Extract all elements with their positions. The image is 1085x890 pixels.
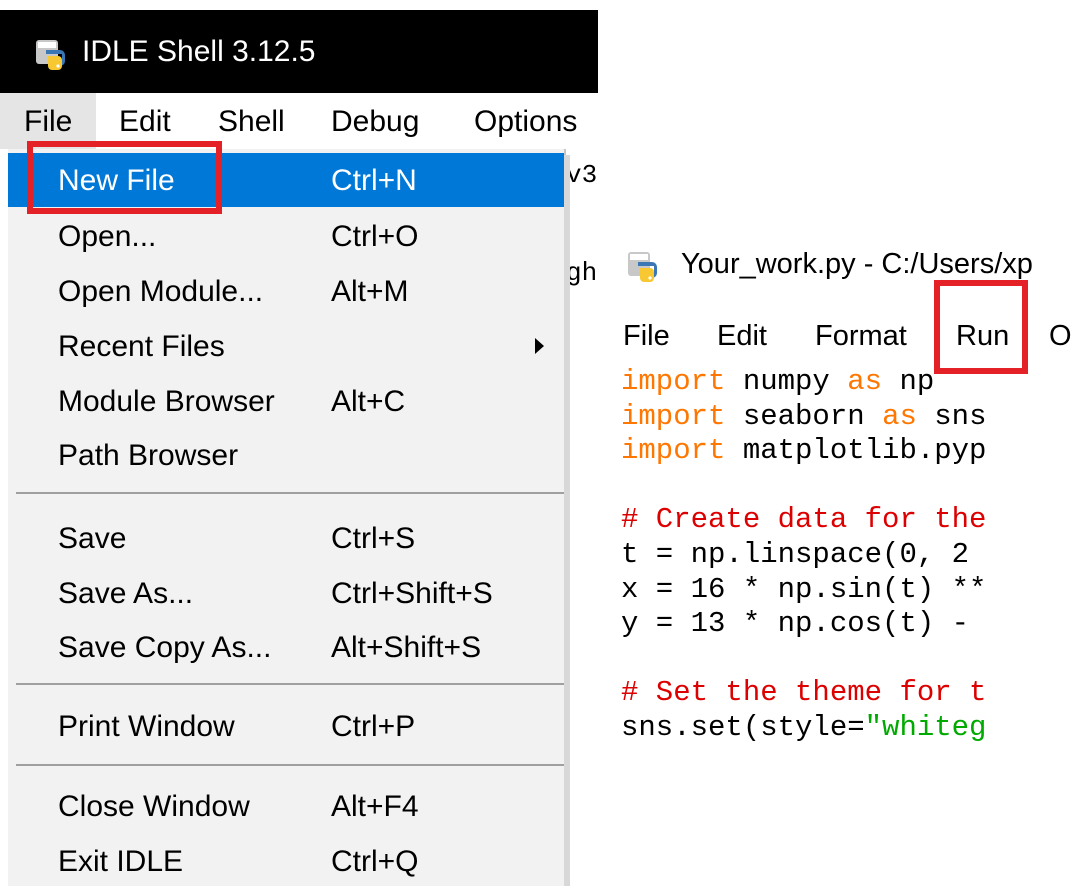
submenu-arrow-icon bbox=[535, 338, 544, 354]
menu-item-save-copy-as[interactable]: Save Copy As... Alt+Shift+S bbox=[8, 620, 564, 674]
menu-item-label: Close Window bbox=[58, 790, 250, 823]
keyword: import bbox=[621, 399, 726, 433]
code-line: # Create data for the bbox=[621, 503, 1085, 538]
editor-menu-edit[interactable]: Edit bbox=[717, 307, 767, 362]
keyword: as bbox=[847, 365, 883, 398]
menu-item-close-window[interactable]: Close Window Alt+F4 bbox=[8, 779, 564, 833]
code-line: t = np.linspace(0, 2 bbox=[621, 538, 1085, 573]
menu-shell[interactable]: Shell bbox=[218, 93, 285, 149]
menu-item-label: Print Window bbox=[58, 710, 235, 743]
shell-output-fragment: v3 bbox=[566, 160, 598, 190]
menu-item-exit-idle[interactable]: Exit IDLE Ctrl+Q bbox=[8, 834, 564, 888]
code-text: np bbox=[882, 365, 935, 398]
code-comment: # Set the theme for t bbox=[621, 676, 987, 710]
menu-item-shortcut: Ctrl+Q bbox=[331, 845, 419, 878]
menu-item-shortcut: Ctrl+Shift+S bbox=[331, 577, 493, 610]
code-comment: # Create data for the bbox=[621, 503, 987, 537]
menu-item-save-as[interactable]: Save As... Ctrl+Shift+S bbox=[8, 566, 564, 620]
annotation-box-new-file bbox=[27, 141, 222, 214]
menu-item-save[interactable]: Save Ctrl+S bbox=[8, 511, 564, 565]
code-text: y = 13 * np.cos(t) - bbox=[621, 607, 970, 641]
editor-menu-format[interactable]: Format bbox=[815, 307, 907, 362]
menu-item-shortcut: Alt+M bbox=[331, 275, 409, 308]
keyword: as bbox=[882, 399, 917, 433]
code-text: numpy bbox=[725, 365, 848, 398]
annotation-box-run-menu bbox=[934, 280, 1028, 374]
menu-options[interactable]: Options bbox=[474, 93, 577, 149]
keyword: import bbox=[621, 365, 726, 398]
menu-item-label: Save As... bbox=[58, 577, 194, 610]
menu-item-open[interactable]: Open... Ctrl+O bbox=[8, 209, 564, 263]
editor-menu-options[interactable]: O bbox=[1049, 307, 1072, 362]
editor-menu-file[interactable]: File bbox=[623, 307, 670, 362]
menu-separator bbox=[16, 764, 566, 766]
menu-item-shortcut: Ctrl+N bbox=[331, 164, 417, 197]
menu-item-label: Recent Files bbox=[58, 330, 225, 363]
code-line: x = 16 * np.sin(t) ** bbox=[621, 573, 1085, 608]
window-title: IDLE Shell 3.12.5 bbox=[82, 35, 316, 68]
code-text: sns bbox=[916, 399, 987, 433]
menu-item-path-browser[interactable]: Path Browser bbox=[8, 428, 564, 482]
menu-separator bbox=[16, 492, 566, 494]
menu-item-shortcut: Ctrl+P bbox=[331, 710, 416, 743]
code-text: t = np.linspace(0, 2 bbox=[621, 537, 970, 571]
menu-item-recent-files[interactable]: Recent Files bbox=[8, 319, 564, 373]
menu-item-label: Path Browser bbox=[58, 439, 239, 472]
menu-debug[interactable]: Debug bbox=[331, 93, 419, 149]
shell-output-fragment: gh bbox=[566, 258, 598, 288]
menu-item-print-window[interactable]: Print Window Ctrl+P bbox=[8, 699, 564, 753]
menu-item-module-browser[interactable]: Module Browser Alt+C bbox=[8, 374, 564, 428]
code-line: ​ bbox=[621, 642, 1085, 677]
menu-item-label: Save Copy As... bbox=[58, 631, 272, 664]
python-logo-icon bbox=[36, 40, 65, 70]
menu-item-label: Exit IDLE bbox=[58, 845, 184, 878]
menu-item-label: Save bbox=[58, 522, 127, 555]
menu-item-label: Module Browser bbox=[58, 385, 275, 418]
menu-separator bbox=[16, 683, 566, 685]
python-logo-icon bbox=[628, 252, 657, 282]
code-line: import seaborn as sns bbox=[621, 400, 1085, 435]
menu-item-shortcut: Ctrl+O bbox=[331, 220, 419, 253]
code-editor[interactable]: import numpy as np import seaborn as sns i… bbox=[621, 365, 1085, 746]
code-line: ​ bbox=[621, 469, 1085, 504]
code-text: x = 16 * np.sin(t) ** bbox=[621, 572, 987, 606]
code-line: import matplotlib.pyp bbox=[621, 434, 1085, 469]
code-line: y = 13 * np.cos(t) - bbox=[621, 607, 1085, 642]
menu-item-label: Open Module... bbox=[58, 275, 264, 308]
menu-item-shortcut: Alt+C bbox=[331, 385, 406, 418]
menu-shadow bbox=[564, 155, 570, 886]
code-line: # Set the theme for t bbox=[621, 676, 1085, 711]
keyword: import bbox=[621, 434, 726, 468]
code-line: sns.set(style="whiteg bbox=[621, 711, 1085, 746]
code-text: sns.set(style= bbox=[621, 710, 865, 744]
menu-item-shortcut: Ctrl+S bbox=[331, 522, 416, 555]
code-text: seaborn bbox=[725, 399, 883, 433]
shell-titlebar: IDLE Shell 3.12.5 bbox=[0, 10, 598, 93]
code-text: matplotlib.pyp bbox=[725, 434, 987, 468]
file-dropdown-menu: New File Ctrl+N Open... Ctrl+O Open Modu… bbox=[8, 149, 566, 886]
code-string: "whiteg bbox=[864, 710, 987, 744]
menu-item-shortcut: Alt+Shift+S bbox=[331, 631, 482, 664]
menu-item-label: Open... bbox=[58, 220, 157, 253]
menu-item-shortcut: Alt+F4 bbox=[331, 790, 419, 823]
menu-item-open-module[interactable]: Open Module... Alt+M bbox=[8, 264, 564, 318]
